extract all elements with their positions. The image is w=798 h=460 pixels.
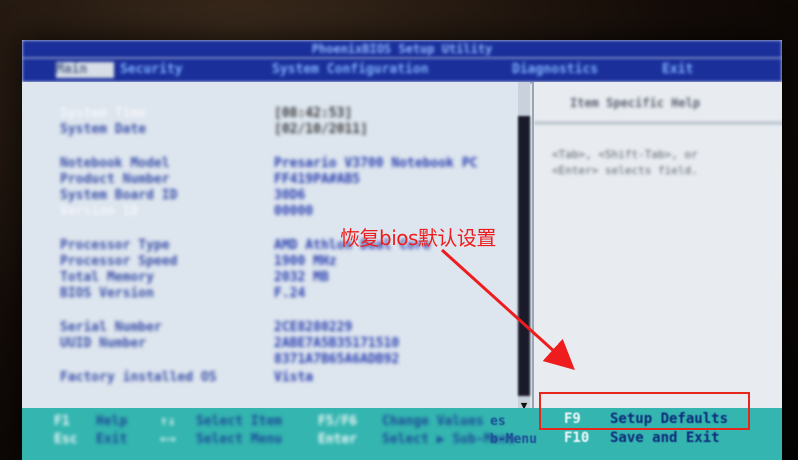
footer-key-f1: F1: [54, 414, 70, 429]
field-label-factory-os: Factory installed OS: [60, 370, 217, 385]
annotation-text: 恢复bios默认设置: [340, 226, 496, 250]
field-label-processor-type: Processor Type: [60, 238, 170, 253]
field-value-processor-speed: 1900 MHz: [274, 254, 337, 269]
field-label-version-id: Version ID: [60, 204, 139, 219]
field-label-bios-version: BIOS Version: [60, 286, 154, 301]
field-label-notebook-model: Notebook Model: [60, 156, 170, 171]
field-value-factory-os: Vista: [274, 370, 314, 385]
footer-key-f5f6: F5/F6: [318, 414, 358, 429]
field-label-system-time[interactable]: System Time: [60, 106, 146, 121]
field-value-notebook-model: Presario V3700 Notebook PC: [274, 156, 478, 171]
footer-key-updown: ↑↓: [160, 414, 176, 429]
footer-key-enter: Enter: [318, 432, 358, 447]
field-label-system-board-id: System Board ID: [60, 188, 178, 203]
footer-desc-change-values: Change Values: [382, 414, 484, 429]
field-value-total-memory: 2032 MB: [274, 270, 329, 285]
field-label-uuid-number: UUID Number: [60, 336, 147, 351]
f9-highlight-box: [539, 392, 750, 430]
field-value-system-date[interactable]: [02/10/2011]: [274, 122, 368, 137]
field-label-processor-speed: Processor Speed: [60, 254, 178, 269]
footer-desc-exit: Exit: [96, 432, 128, 447]
field-value-system-time[interactable]: [08:42:53]: [274, 106, 352, 121]
scrollbar-thumb[interactable]: [518, 116, 530, 396]
field-label-product-number: Product Number: [60, 172, 170, 187]
footer-desc-select-item: Select Item: [196, 414, 283, 429]
tab-main[interactable]: Main: [56, 62, 114, 78]
field-label-total-memory: Total Memory: [60, 270, 154, 285]
tab-diagnostics[interactable]: Diagnostics: [512, 62, 622, 78]
footer-key-leftright: ←→: [160, 432, 176, 447]
help-title: Item Specific Help: [570, 96, 701, 110]
footer-key-esc: Esc: [54, 432, 78, 447]
field-label-system-date[interactable]: System Date: [60, 122, 146, 137]
field-value-uuid-number-cont: 8371A7B65A6ADB92: [274, 352, 400, 367]
tab-security[interactable]: Security: [120, 62, 190, 78]
help-panel: Item Specific Help <Tab>, <Shift-Tab>, o…: [532, 82, 782, 416]
field-value-bios-version: F.24: [274, 286, 306, 301]
scrollbar[interactable]: ▼: [518, 82, 530, 416]
footer-desc-submenu-tail: b-Menu: [490, 432, 537, 447]
tab-exit[interactable]: Exit: [662, 62, 712, 78]
footer-key-f10: F10: [564, 430, 590, 446]
help-line-1: <Tab>, <Shift-Tab>, or: [552, 148, 698, 161]
field-value-version-id: 00000: [274, 204, 314, 219]
bios-title: PhoenixBIOS Setup Utility: [22, 40, 782, 58]
field-label-serial-number: Serial Number: [60, 320, 162, 335]
field-value-system-board-id: 30D6: [274, 188, 306, 203]
help-divider: [534, 122, 782, 124]
field-value-serial-number: 2CE8280229: [274, 320, 353, 335]
tab-system-configuration[interactable]: System Configuration: [272, 62, 462, 78]
footer-desc-help: Help: [96, 414, 128, 429]
field-value-uuid-number: 2ABE7A5B35171510: [274, 336, 400, 351]
help-line-2: <Enter> selects field.: [552, 164, 698, 177]
footer-desc-values-tail: es: [490, 414, 506, 429]
footer-desc-select-menu: Select Menu: [196, 432, 283, 447]
tab-bar: Main Security System Configuration Diagn…: [22, 58, 782, 82]
field-value-product-number: FF419PA#AB5: [274, 172, 361, 187]
footer-desc-save-exit: Save and Exit: [610, 430, 720, 446]
